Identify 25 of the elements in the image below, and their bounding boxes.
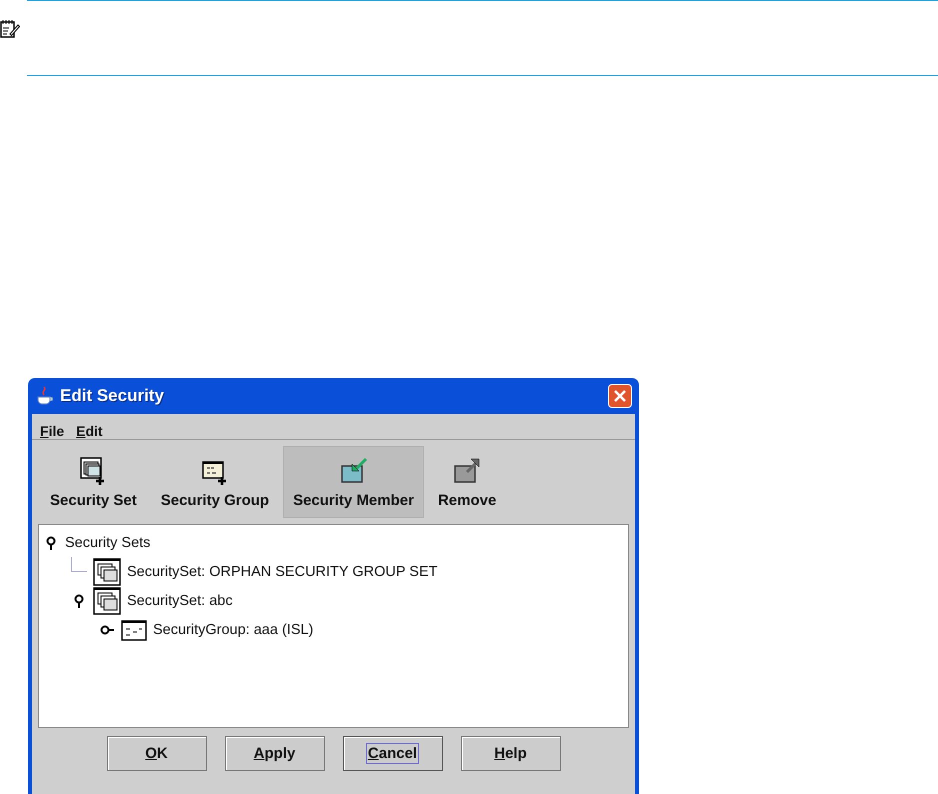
connector-line — [71, 557, 87, 572]
window-icon — [121, 618, 147, 640]
toolbar-button[interactable]: Security Member — [283, 446, 424, 518]
tree-item[interactable]: SecuritySet: abc — [127, 592, 233, 608]
dialog-button[interactable]: OK — [106, 736, 206, 771]
coffee-cup-icon — [36, 386, 54, 406]
tree-item[interactable]: Security Sets — [65, 534, 150, 550]
close-button[interactable] — [608, 384, 632, 408]
expanded-handle-icon[interactable] — [74, 594, 84, 608]
menu-item[interactable]: File — [40, 422, 64, 438]
stacked-windows-icon — [93, 558, 121, 586]
box-arrow-in-icon — [338, 456, 369, 486]
dialog-button[interactable]: Apply — [224, 736, 324, 771]
expanded-handle-icon[interactable] — [46, 536, 56, 550]
stacked-windows-icon — [93, 586, 121, 614]
tree-item[interactable]: SecuritySet: ORPHAN SECURITY GROUP SET — [127, 564, 438, 580]
dialog-button[interactable]: Cancel — [342, 736, 442, 771]
collapsed-handle-icon[interactable] — [100, 624, 114, 634]
close-icon — [613, 389, 627, 403]
tree-item[interactable]: SecurityGroup: aaa (ISL) — [153, 622, 314, 638]
dialog-button[interactable]: Help — [460, 736, 560, 771]
menu-item[interactable]: Edit — [76, 422, 103, 438]
box-arrow-out-icon — [452, 456, 482, 486]
note-icon — [0, 19, 20, 39]
window-title: Edit Security — [60, 386, 165, 406]
